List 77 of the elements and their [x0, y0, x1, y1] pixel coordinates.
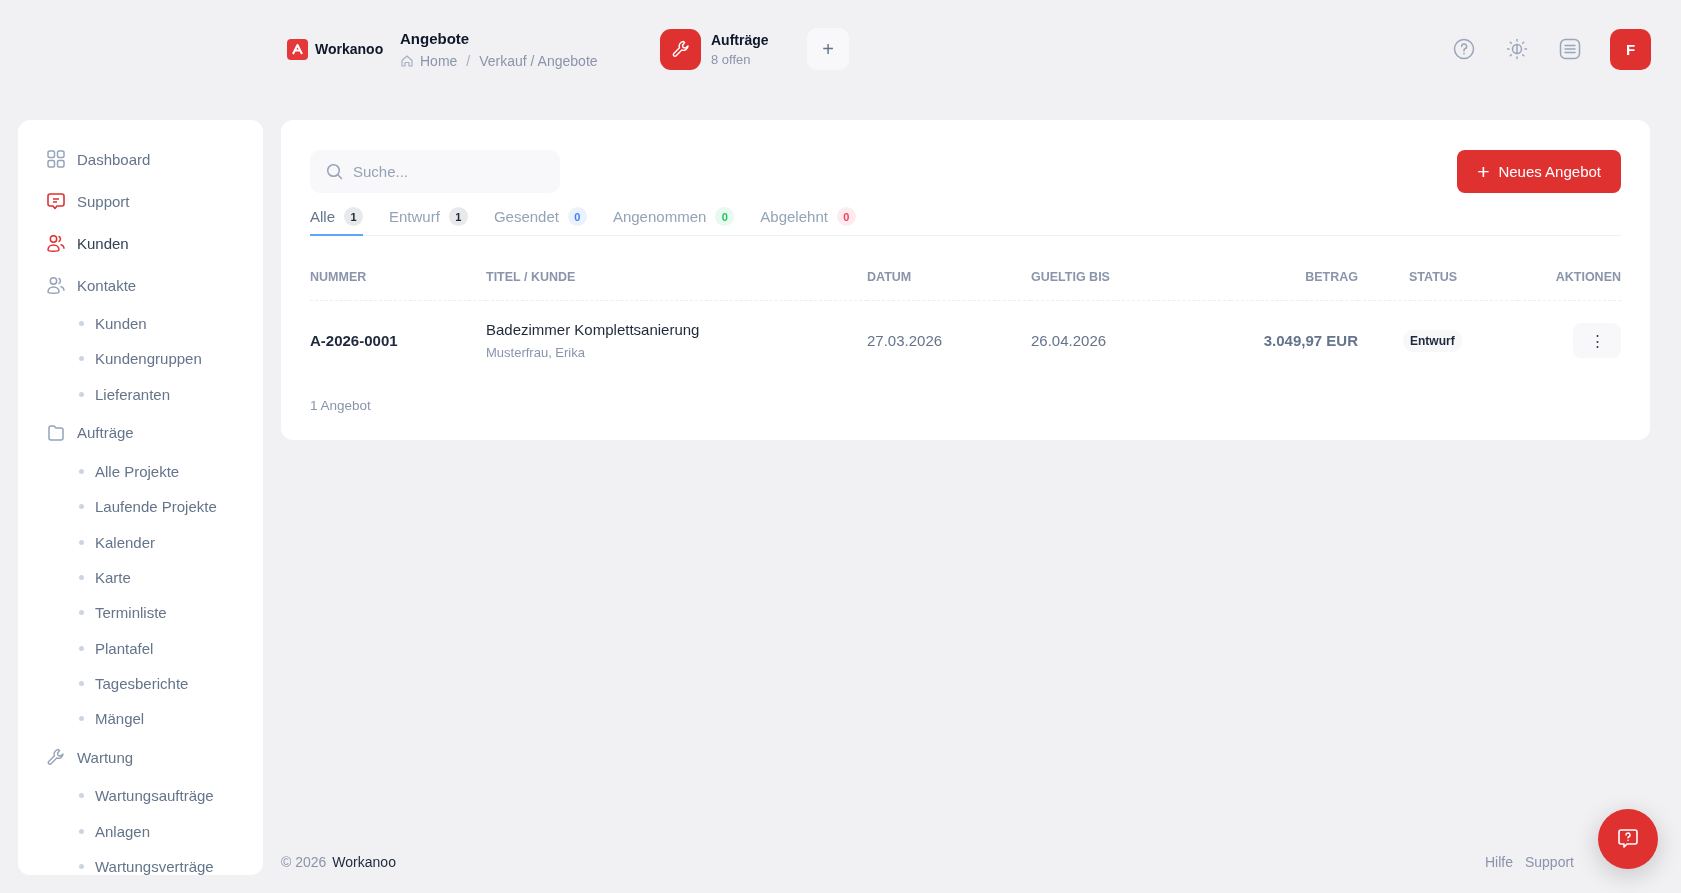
search-field[interactable]: Suche... — [310, 150, 560, 193]
wrench-icon — [670, 39, 691, 59]
breadcrumb-link[interactable]: Verkauf / Angebote — [479, 52, 598, 69]
chat-help-icon — [1616, 827, 1640, 851]
column-header: BETRAG — [1305, 270, 1358, 284]
add-button[interactable]: + — [807, 28, 849, 70]
sidebar-subitem[interactable]: Plantafel — [46, 630, 263, 666]
filter-tab[interactable]: Alle 1 — [310, 201, 363, 236]
user-avatar[interactable]: F — [1610, 28, 1651, 70]
sidebar-subitem[interactable]: Alle Projekte — [46, 453, 263, 490]
sidebar-subitem[interactable]: Tagesberichte — [46, 665, 263, 701]
orders-count: 8 offen — [711, 51, 752, 67]
result-count: 1 Angebot — [310, 398, 372, 413]
footer-link[interactable]: Hilfe — [1484, 854, 1513, 870]
footer-brand[interactable]: Workanoo — [332, 854, 396, 870]
count-badge: 0 — [715, 207, 735, 226]
sidebar-item[interactable]: Kunden — [46, 222, 263, 264]
column-header: TITEL / KUNDE — [486, 270, 576, 284]
column-header: GUELTIG BIS — [1031, 270, 1110, 284]
sidebar-subitem[interactable]: Lieferanten — [46, 376, 263, 412]
sidebar-item[interactable]: Wartung — [46, 736, 263, 779]
orders-button[interactable] — [660, 28, 701, 70]
new-offer-button[interactable]: + Neues Angebot — [1457, 150, 1621, 193]
folder-icon — [46, 422, 66, 443]
column-header: STATUS — [1409, 270, 1458, 284]
list-icon[interactable] — [1559, 38, 1581, 60]
offer-number: A-2026-0001 — [310, 332, 398, 349]
users-icon — [46, 233, 66, 253]
filter-tab[interactable]: Abgelehnt 0 — [760, 201, 856, 236]
sidebar-subitem[interactable]: Karte — [46, 559, 263, 596]
sidebar-item[interactable]: Kontakte — [46, 264, 263, 306]
sidebar-subitem[interactable]: Mängel — [46, 700, 263, 737]
sidebar-subitem[interactable]: Terminliste — [46, 595, 263, 631]
wrench-icon — [46, 747, 66, 768]
sidebar-item[interactable]: Aufträge — [46, 411, 263, 454]
chat-icon — [46, 191, 66, 211]
orders-title: Aufträge — [711, 31, 769, 48]
home-icon — [400, 53, 414, 68]
date-cell: 27.03.2026 — [867, 332, 943, 349]
sidebar-subitem[interactable]: Kundengruppen — [46, 341, 263, 377]
sidebar-subitem[interactable]: Wartungsaufträge — [46, 778, 263, 814]
sidebar-subitem[interactable]: Anlagen — [46, 813, 263, 849]
sidebar-item[interactable]: Support — [46, 180, 263, 222]
column-header: AKTIONEN — [1555, 270, 1621, 284]
help-icon[interactable] — [1453, 38, 1475, 60]
theme-icon[interactable] — [1506, 38, 1528, 60]
sidebar-item[interactable]: Dashboard — [46, 138, 263, 180]
sidebar-subitem[interactable]: Kalender — [46, 524, 263, 560]
search-icon — [326, 163, 343, 180]
sidebar-subitem[interactable]: Kunden — [46, 306, 263, 342]
brand-name: Workanoo — [315, 41, 384, 57]
valid-until-cell: 26.04.2026 — [1031, 332, 1107, 349]
customer-name: Musterfrau, Erika — [486, 345, 586, 360]
offer-title: Badezimmer Komplettsanierung — [486, 321, 701, 338]
sidebar-subitem[interactable]: Wartungsverträge — [46, 848, 263, 875]
count-badge: 0 — [567, 207, 587, 226]
page-title: Angebote — [400, 29, 471, 47]
column-header: DATUM — [867, 270, 912, 284]
amount-cell: 3.049,97 EUR — [1263, 332, 1358, 349]
count-badge: 1 — [344, 207, 363, 226]
more-button[interactable]: ⋮ — [1573, 323, 1621, 358]
count-badge: 1 — [448, 207, 468, 226]
help-chat-button[interactable] — [1598, 809, 1658, 869]
sidebar-subitem[interactable]: Laufende Projekte — [46, 489, 263, 525]
grid-icon — [46, 149, 66, 169]
breadcrumb-link[interactable]: Home — [420, 52, 458, 69]
column-header: NUMMER — [310, 270, 367, 284]
users-icon — [46, 275, 66, 295]
footer-link[interactable]: Support — [1524, 854, 1574, 870]
filter-tab[interactable]: Angenommen 0 — [612, 201, 735, 236]
breadcrumb-separator: / — [465, 52, 472, 69]
count-badge: 0 — [836, 207, 856, 226]
copyright: © 2026 — [281, 854, 327, 870]
filter-tab[interactable]: Entwurf 1 — [389, 201, 468, 236]
filter-tab[interactable]: Gesendet 0 — [493, 201, 587, 236]
status-badge: Entwurf — [1403, 329, 1462, 352]
logo-icon — [287, 38, 308, 60]
